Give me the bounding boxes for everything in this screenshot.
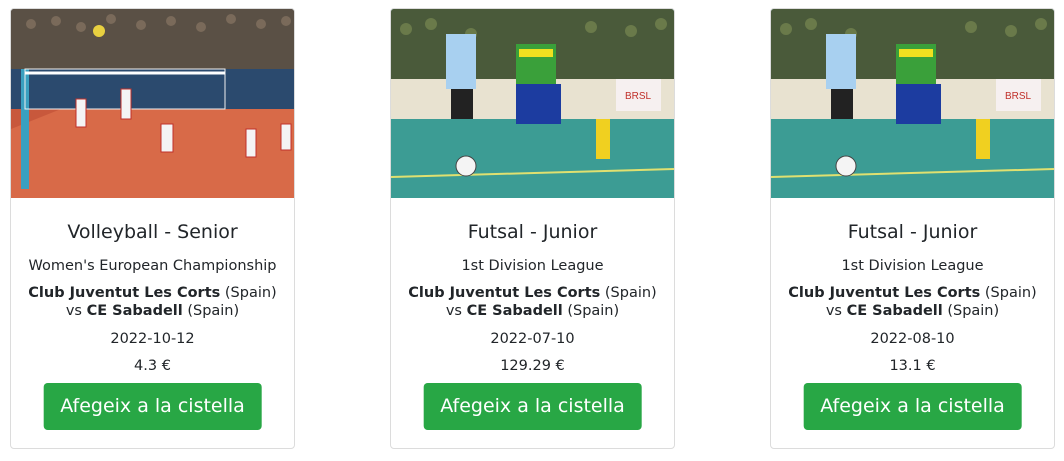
svg-text:BRSL: BRSL	[625, 91, 652, 102]
event-card: BRSL Futsal - Junior 1st Division League…	[770, 8, 1055, 449]
event-date: 2022-07-10	[490, 331, 575, 347]
add-to-cart-button[interactable]: Afegeix a la cistella	[43, 383, 262, 430]
futsal-photo: BRSL	[771, 9, 1054, 198]
match-info: Club Juventut Les Corts (Spain) vs CE Sa…	[11, 284, 294, 320]
home-team: Club Juventut Les Corts	[408, 285, 601, 301]
away-country: (Spain)	[947, 303, 1000, 319]
event-date: 2022-10-12	[110, 331, 195, 347]
add-to-cart-button[interactable]: Afegeix a la cistella	[423, 383, 642, 430]
card-title: Volleyball - Senior	[67, 221, 238, 243]
vs-label: vs	[825, 303, 842, 319]
competition-name: 1st Division League	[841, 258, 984, 274]
event-card: Volleyball - Senior Women's European Cha…	[10, 8, 295, 449]
add-to-cart-button[interactable]: Afegeix a la cistella	[803, 383, 1022, 430]
home-country: (Spain)	[984, 285, 1037, 301]
home-team: Club Juventut Les Corts	[28, 285, 221, 301]
away-team: CE Sabadell	[846, 303, 943, 319]
away-team: CE Sabadell	[86, 303, 183, 319]
card-title: Futsal - Junior	[847, 221, 978, 243]
svg-text:BRSL: BRSL	[1005, 91, 1032, 102]
event-card: BRSL Futsal - Junior 1st Division League…	[390, 8, 675, 449]
home-team: Club Juventut Les Corts	[788, 285, 981, 301]
ticket-price: 4.3 €	[134, 358, 171, 374]
volleyball-photo	[11, 9, 294, 198]
away-team: CE Sabadell	[466, 303, 563, 319]
competition-name: Women's European Championship	[28, 258, 277, 274]
competition-name: 1st Division League	[461, 258, 604, 274]
match-info: Club Juventut Les Corts (Spain) vs CE Sa…	[771, 284, 1054, 320]
home-country: (Spain)	[224, 285, 277, 301]
futsal-photo: BRSL	[391, 9, 674, 198]
ticket-price: 13.1 €	[889, 358, 936, 374]
vs-label: vs	[65, 303, 82, 319]
event-date: 2022-08-10	[870, 331, 955, 347]
card-title: Futsal - Junior	[467, 221, 598, 243]
home-country: (Spain)	[604, 285, 657, 301]
away-country: (Spain)	[187, 303, 240, 319]
away-country: (Spain)	[567, 303, 620, 319]
vs-label: vs	[445, 303, 462, 319]
ticket-price: 129.29 €	[500, 358, 565, 374]
match-info: Club Juventut Les Corts (Spain) vs CE Sa…	[391, 284, 674, 320]
